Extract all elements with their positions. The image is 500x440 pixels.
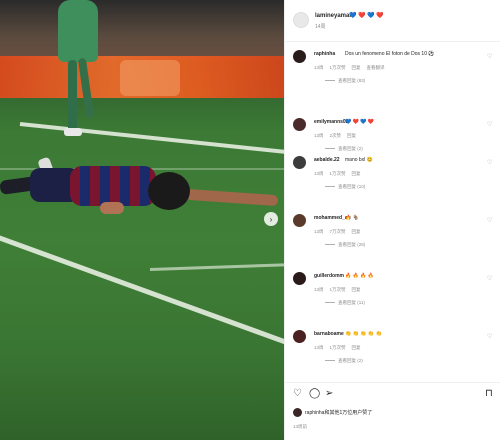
comment-item: mohammed_au 🔥 🐐 13周 7万次赞 回复 查看回复 (28) ♡ <box>285 214 500 254</box>
comment-item: barnaboame 👏 👏 👏 👏 👏 13周 1万次赞 回复查看回复 (2) ♡ <box>285 330 500 370</box>
heart-icon[interactable]: ♡ <box>487 160 493 166</box>
reply-button[interactable]: 回复 <box>352 171 361 176</box>
view-replies-button[interactable]: 查看回复 (83) <box>325 78 365 84</box>
comment-meta-item: 13周 <box>314 345 324 350</box>
reply-button[interactable]: 回复 <box>347 133 356 138</box>
post-sidebar: lamineyamal 💙 ❤️ 💙 ❤️ 14周 raphinha Dos un… <box>284 0 500 440</box>
reply-button[interactable]: 回复 <box>352 65 361 70</box>
comment-text: mano bxl 😊 <box>345 157 373 163</box>
comment-username[interactable]: raphinha <box>314 51 335 57</box>
post-username[interactable]: lamineyamal <box>315 13 351 19</box>
pitch-line <box>19 122 284 155</box>
comment-text: 💙 ❤️ 💙 ❤️ <box>345 119 375 125</box>
likes-summary: raphinha和其他1万位用户赞了 <box>293 408 493 420</box>
comment-text: 🔥 🐐 <box>345 215 359 221</box>
stadium-stands <box>0 0 284 60</box>
comment-text: 👏 👏 👏 👏 👏 <box>345 331 382 337</box>
comment-item: raphinha Dos un fenomeno El foton de Dos … <box>285 50 500 90</box>
caption-hearts: 💙 ❤️ 💙 ❤️ <box>349 13 384 19</box>
comment-meta-item: 13周 <box>314 229 324 234</box>
comment-meta-item: 13周 <box>314 171 324 176</box>
view-replies-button[interactable]: 查看回复 (28) <box>325 242 365 248</box>
comment-meta: 13周 1万次赞 回复 <box>314 345 367 351</box>
comment-meta: 13周 7万次赞 回复 <box>314 229 367 235</box>
reply-button[interactable]: 回复 <box>352 229 361 234</box>
share-icon[interactable]: ➢ <box>325 389 333 399</box>
instagram-post-view: › lamineyamal 💙 ❤️ 💙 ❤️ 14周 raphinha Dos … <box>0 0 500 440</box>
comment-username[interactable]: guillerdomm <box>314 273 344 279</box>
post-header: lamineyamal 💙 ❤️ 💙 ❤️ 14周 <box>285 0 500 42</box>
goalkeeper <box>58 0 98 62</box>
bookmark-icon[interactable]: ⊓ <box>485 389 493 399</box>
comment-item: guillerdomm 🔥 🔥 🔥 🔥 13周 1万次赞 回复查看回复 (11) ♡ <box>285 272 500 312</box>
reply-button[interactable]: 回复 <box>352 345 361 350</box>
heart-icon[interactable]: ♡ <box>487 54 493 60</box>
comment-icon[interactable]: ◯ <box>309 389 320 399</box>
post-time: 14周 <box>315 24 326 30</box>
comment-item: emilymanns02 💙 ❤️ 💙 ❤️ 13周 2次赞 回复查看回复 (2) ♡ <box>285 118 500 158</box>
comment-meta-item: 2次赞 <box>329 133 342 138</box>
likes-text[interactable]: raphinha和其他1万位用户赞了 <box>305 409 372 416</box>
player-lying <box>70 166 156 206</box>
view-replies-button[interactable]: 查看回复 (2) <box>325 146 363 152</box>
avatar[interactable] <box>293 50 306 63</box>
comment-username[interactable]: aebalde.22 <box>314 157 340 163</box>
pitch-line <box>149 263 284 271</box>
comment-username[interactable]: barnaboame <box>314 331 344 337</box>
heart-icon[interactable]: ♡ <box>487 122 493 128</box>
comment-meta-item: 13周 <box>314 287 324 292</box>
comment-text: Dos un fenomeno El foton de Dos 10 ⚽ <box>345 51 435 57</box>
heart-icon[interactable]: ♡ <box>293 389 302 399</box>
comment-meta-item: 7万次赞 <box>329 229 346 234</box>
avatar[interactable] <box>293 272 306 285</box>
heart-icon[interactable]: ♡ <box>487 334 493 340</box>
avatar[interactable] <box>293 12 309 28</box>
action-bar: ♡ ◯ ➢ ⊓ <box>285 382 500 406</box>
comment-meta-item: 1万次赞 <box>329 287 346 292</box>
translate-button[interactable]: 查看翻译 <box>367 65 385 70</box>
comment-meta: 13周 2次赞 回复 <box>314 133 362 139</box>
comment-item: aebalde.22 mano bxl 😊 13周 1万次赞 回复查看回复 (10) ♡ <box>285 156 500 196</box>
pitch-line <box>0 232 284 350</box>
post-date: 13周前 <box>293 424 308 429</box>
avatar <box>293 408 302 417</box>
chevron-right-icon[interactable]: › <box>264 212 278 226</box>
view-replies-button[interactable]: 查看回复 (11) <box>325 300 365 306</box>
view-replies-button[interactable]: 查看回复 (10) <box>325 184 365 190</box>
comment-meta-item: 13周 <box>314 65 324 70</box>
heart-icon[interactable]: ♡ <box>487 276 493 282</box>
comment-meta-item: 13周 <box>314 133 324 138</box>
comment-meta: 13周 1万次赞 回复 <box>314 171 367 177</box>
avatar[interactable] <box>293 156 306 169</box>
post-photo[interactable]: › <box>0 0 284 440</box>
heart-icon[interactable]: ♡ <box>487 218 493 224</box>
avatar[interactable] <box>293 118 306 131</box>
comment-meta-item: 1万次赞 <box>329 171 346 176</box>
comment-username[interactable]: emilymanns02 <box>314 119 348 125</box>
comment-meta-item: 1万次赞 <box>329 65 346 70</box>
comment-meta: 13周 1万次赞 回复 <box>314 287 367 293</box>
avatar[interactable] <box>293 214 306 227</box>
view-replies-button[interactable]: 查看回复 (2) <box>325 358 363 364</box>
comment-meta-item: 1万次赞 <box>329 345 346 350</box>
reply-button[interactable]: 回复 <box>352 287 361 292</box>
avatar[interactable] <box>293 330 306 343</box>
comment-text: 🔥 🔥 🔥 🔥 <box>345 273 375 279</box>
comment-meta: 13周 1万次赞 回复 查看翻译 <box>314 65 391 71</box>
